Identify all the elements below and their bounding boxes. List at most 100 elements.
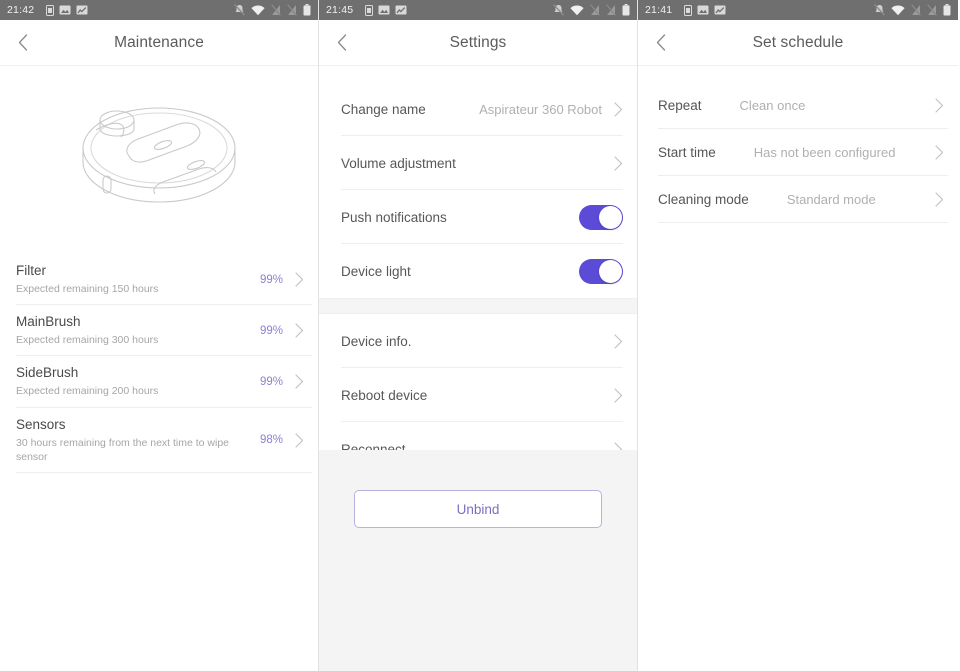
settings-row-device-info[interactable]: Device info.	[319, 314, 637, 368]
item-title: SideBrush	[16, 365, 79, 381]
unbind-button[interactable]: Unbind	[354, 490, 602, 528]
status-bar-right	[874, 4, 951, 16]
panel-settings: 21:45 Settings Change name Aspirateur 36…	[318, 0, 638, 671]
screenshot-icon	[697, 5, 709, 15]
settings-row-change-name[interactable]: Change name Aspirateur 360 Robot	[319, 82, 637, 136]
chevron-right-icon	[295, 433, 304, 448]
item-subtitle: Expected remaining 200 hours	[16, 385, 159, 398]
row-value: Aspirateur 360 Robot	[479, 101, 602, 117]
bell-muted-icon	[874, 4, 885, 16]
item-percent: 99%	[259, 324, 283, 337]
back-button[interactable]	[330, 31, 354, 55]
chevron-right-icon	[295, 374, 304, 390]
push-notifications-toggle[interactable]	[579, 204, 623, 230]
section-separator	[319, 298, 637, 314]
row-label: Device light	[341, 263, 411, 279]
chart-icon	[395, 5, 407, 15]
list-item[interactable]: MainBrush Expected remaining 300 hours 9…	[0, 305, 318, 357]
row-value: Has not been configured	[753, 145, 896, 160]
schedule-row-repeat[interactable]: Repeat Clean once	[638, 82, 958, 129]
status-bar: 21:45	[319, 0, 637, 20]
status-time: 21:45	[326, 4, 354, 16]
chevron-right-icon	[295, 323, 304, 338]
row-label: Cleaning mode	[658, 192, 749, 207]
status-bar-left: 21:42	[7, 4, 88, 16]
chevron-right-icon	[614, 101, 623, 117]
chevron-right-icon	[935, 98, 944, 113]
bell-muted-icon	[553, 4, 564, 16]
panel-set-schedule: 21:41 Set schedule Repeat Clean once Sta…	[638, 0, 958, 671]
row-label: Reboot device	[341, 387, 428, 403]
item-texts: SideBrush Expected remaining 200 hours	[16, 365, 260, 398]
wifi-icon	[251, 5, 265, 16]
item-title: Sensors	[16, 416, 66, 432]
chevron-right-icon	[614, 333, 623, 349]
status-time: 21:42	[7, 4, 35, 16]
page-title: Set schedule	[752, 33, 844, 51]
battery-icon	[303, 4, 311, 16]
item-subtitle: 30 hours remaining from the next time to…	[16, 436, 230, 463]
row-label: Push notifications	[341, 209, 447, 225]
device-light-toggle[interactable]	[579, 258, 623, 284]
schedule-row-cleaning-mode[interactable]: Cleaning mode Standard mode	[638, 176, 958, 223]
panel-maintenance: 21:42 Maintenance Filter Expected remain…	[0, 0, 318, 671]
chart-icon	[76, 5, 88, 15]
app-header: Set schedule	[638, 20, 958, 66]
schedule-list: Repeat Clean once Start time Has not bee…	[638, 82, 958, 223]
app-header: Maintenance	[0, 20, 318, 66]
item-subtitle: Expected remaining 300 hours	[16, 334, 159, 347]
chevron-left-icon	[337, 34, 347, 51]
item-texts: Filter Expected remaining 150 hours	[16, 263, 260, 296]
sim-card-icon	[365, 4, 374, 16]
item-title: MainBrush	[16, 314, 81, 330]
screenshot-triptych: 21:42 Maintenance Filter Expected remain…	[0, 0, 960, 671]
row-label: Change name	[341, 101, 426, 117]
chevron-left-icon	[656, 34, 666, 51]
status-bar-left: 21:45	[326, 4, 407, 16]
signal-disabled-icon	[606, 4, 616, 16]
signal-disabled-icon	[927, 4, 937, 16]
item-texts: MainBrush Expected remaining 300 hours	[16, 314, 260, 347]
wifi-icon	[570, 5, 584, 16]
settings-group-top: Change name Aspirateur 360 Robot Volume …	[319, 82, 637, 298]
list-item[interactable]: SideBrush Expected remaining 200 hours 9…	[0, 356, 318, 408]
chevron-right-icon	[614, 387, 623, 403]
item-texts: Sensors 30 hours remaining from the next…	[16, 417, 260, 464]
chart-icon	[714, 5, 726, 15]
unbind-section: Unbind	[319, 490, 637, 528]
wifi-icon	[891, 5, 905, 16]
schedule-row-start-time[interactable]: Start time Has not been configured	[638, 129, 958, 176]
maintenance-list: Filter Expected remaining 150 hours 99% …	[0, 254, 318, 473]
settings-row-device-light[interactable]: Device light	[319, 244, 637, 298]
item-percent: 99%	[259, 375, 283, 388]
item-subtitle: Expected remaining 150 hours	[16, 283, 159, 295]
row-label: Volume adjustment	[341, 155, 456, 171]
settings-row-volume-adjustment[interactable]: Volume adjustment	[319, 136, 637, 190]
page-title: Maintenance	[114, 33, 204, 51]
battery-icon	[622, 4, 630, 16]
status-time: 21:41	[645, 4, 673, 16]
list-item[interactable]: Filter Expected remaining 150 hours 99%	[0, 254, 318, 306]
toggle-knob	[599, 205, 622, 229]
app-header: Settings	[319, 20, 637, 66]
robot-vacuum-illustration	[0, 66, 318, 254]
item-percent: 98%	[259, 434, 283, 447]
toggle-knob	[599, 259, 622, 283]
item-percent: 99%	[259, 273, 283, 286]
settings-row-push-notifications[interactable]: Push notifications	[319, 190, 637, 244]
back-button[interactable]	[11, 31, 35, 55]
settings-row-reboot-device[interactable]: Reboot device	[319, 368, 637, 422]
list-item[interactable]: Sensors 30 hours remaining from the next…	[0, 408, 318, 473]
chevron-left-icon	[18, 34, 28, 51]
back-button[interactable]	[649, 31, 673, 55]
screenshot-icon	[59, 5, 71, 15]
sim-card-icon	[46, 4, 55, 16]
row-value: Standard mode	[786, 192, 876, 207]
chevron-right-icon	[935, 145, 944, 160]
chevron-right-icon	[614, 155, 623, 171]
row-divider	[16, 471, 312, 473]
status-bar-right	[553, 4, 630, 16]
signal-disabled-icon	[287, 4, 297, 16]
signal-disabled-icon	[271, 4, 281, 16]
signal-disabled-icon	[911, 4, 921, 16]
